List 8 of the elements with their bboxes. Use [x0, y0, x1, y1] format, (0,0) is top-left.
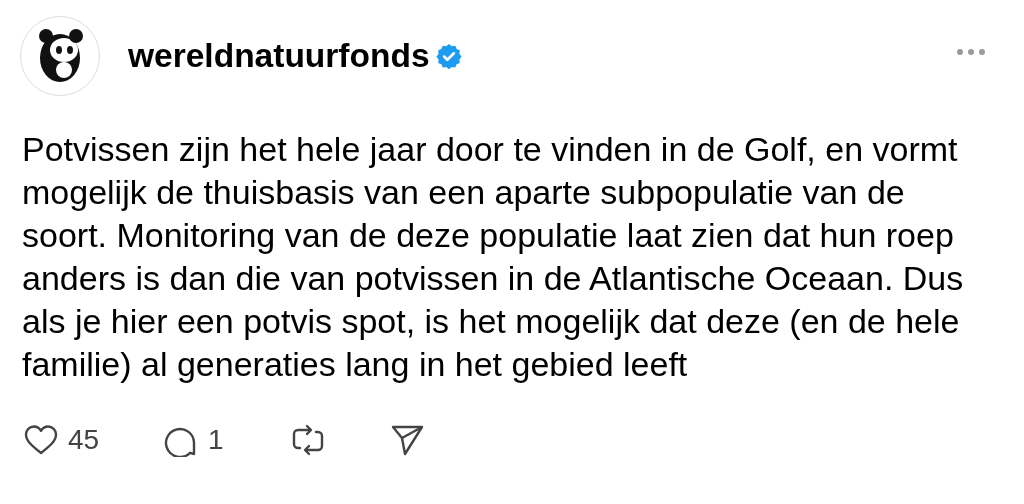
heart-icon[interactable] — [24, 424, 58, 456]
count-label: 1 — [208, 424, 224, 456]
send-icon[interactable] — [390, 423, 424, 457]
username[interactable]: wereldnatuurfonds — [128, 37, 430, 75]
more-options-icon[interactable] — [956, 48, 986, 56]
count-label: 45 — [68, 424, 100, 456]
post-text: Potvissen zijn het hele jaar door te vinden in de Golf, en vormt mogelijk de thuisbasis van een aparte subpopulatie van de soort. Monitoring van de deze populatie laat zien dat hun roep anders is dan die van potvissen in de Atlantische Oceaan. Dus als je hier een potvis spot, is het mogelijk dat deze (en de hele familie) al generaties lang in het gebied leeft — [22, 129, 964, 385]
repost-icon[interactable] — [290, 422, 326, 458]
